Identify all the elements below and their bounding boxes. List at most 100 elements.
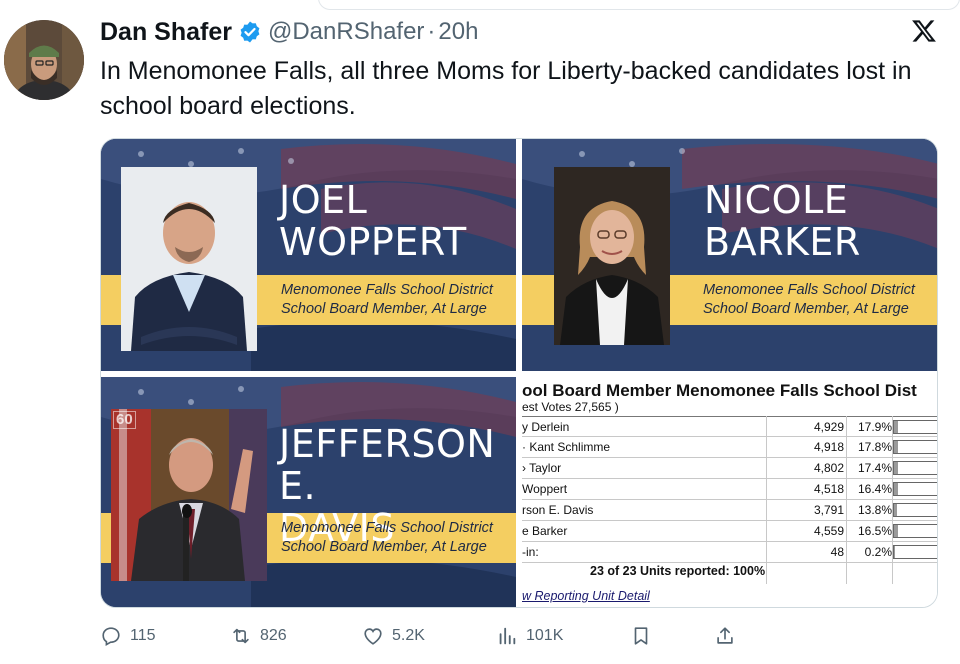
media-card-davis[interactable]: 60 JEFFERSON E. DAVIS Menomonee Falls Sc… [101,377,516,607]
percent-cell: 13.8% [857,503,892,517]
candidate-photo [554,167,670,345]
results-row: · Kant Schlimme 4,918 17.8% [522,437,937,458]
media-card-woppert[interactable]: JOEL WOPPERT Menomonee Falls School Dist… [101,139,516,371]
votes-cell: 4,518 [813,482,844,496]
candidate-name-line2: BARKER [704,220,861,264]
candidate-cell: rson E. Davis [522,503,594,517]
results-row: y Derlein 4,929 17.9% [522,416,937,437]
candidate-name: NICOLE BARKER [704,179,861,263]
media-card-results[interactable]: ool Board Member Menomonee Falls School … [522,377,937,607]
candidate-name-line1: JOEL [279,178,368,222]
separator-dot: · [427,18,436,45]
candidate-photo: 60 [111,409,267,581]
percent-bar [893,461,937,475]
candidate-name-line1: JEFFERSON E. [279,422,496,508]
results-row: rson E. Davis 3,791 13.8% [522,500,937,521]
share-icon [717,627,733,644]
candidate-cell: e Barker [522,524,568,538]
seat-label: School Board Member, At Large [281,539,487,555]
percent-bar [893,420,937,434]
votes-cell: 4,559 [813,524,844,538]
candidate-name-line2: WOPPERT [279,220,467,264]
column-divider [846,416,847,584]
candidate-name-line1: NICOLE [704,178,849,222]
results-row: -in: 48 0.2% [522,542,937,563]
votes-cell: 48 [830,545,844,559]
x-logo-icon[interactable] [910,18,938,44]
district-label: Menomonee Falls School District [703,282,915,298]
repost-icon [233,628,249,644]
column-divider [766,416,767,584]
results-row: Woppert 4,518 16.4% [522,479,937,500]
results-row: e Barker 4,559 16.5% [522,521,937,542]
percent-cell: 16.4% [857,482,892,496]
seat-label: School Board Member, At Large [703,301,909,317]
percent-bar [893,545,937,559]
views-count: 101K [526,627,564,644]
candidate-cell: · Kant Schlimme [522,440,611,454]
like-button[interactable]: 5.2K [362,622,425,650]
election-results: ool Board Member Menomonee Falls School … [522,377,937,607]
avatar[interactable] [4,20,84,100]
heart-icon [364,628,382,645]
share-button[interactable] [714,622,736,650]
analytics-icon [499,627,516,645]
verified-badge-icon [240,21,260,43]
tweet-header: Dan Shafer @DanRShafer · 20h [100,14,478,50]
district-label: Menomonee Falls School District [281,520,493,536]
seat-label: School Board Member, At Large [281,301,487,317]
percent-bar-fill [894,504,898,516]
bookmark-icon [634,627,648,645]
candidate-cell: › Taylor [522,461,562,475]
votes-cell: 4,802 [813,461,844,475]
repost-count: 826 [260,627,287,644]
author-handle[interactable]: @DanRShafer [268,18,424,46]
views-button[interactable]: 101K [496,622,563,650]
results-table: y Derlein 4,929 17.9% · Kant Schlimme 4,918 1… [522,416,937,563]
banner-text: Menomonee Falls School District School B… [281,281,493,319]
percent-cell: 0.2% [864,545,892,559]
district-label: Menomonee Falls School District [281,282,493,298]
percent-bar-fill [894,421,898,433]
candidate-cell: Woppert [522,482,568,496]
results-subtitle: est Votes 27,565 ) [522,400,619,414]
votes-cell: 3,791 [813,503,844,517]
percent-bar [893,482,937,496]
banner-text: Menomonee Falls School District School B… [703,281,915,319]
candidate-cell: -in: [522,545,539,559]
results-title: ool Board Member Menomonee Falls School … [522,381,917,400]
percent-bar [893,440,937,454]
tweet-timestamp[interactable]: 20h [438,18,478,46]
bookmark-button[interactable] [630,622,652,650]
percent-bar-fill [894,441,898,453]
column-divider [892,416,893,584]
results-row: › Taylor 4,802 17.4% [522,458,937,479]
author-name[interactable]: Dan Shafer [100,18,232,47]
candidate-name: JOEL WOPPERT [279,179,467,263]
percent-cell: 17.8% [857,440,892,454]
repost-button[interactable]: 826 [230,622,287,650]
top-strip [0,0,960,12]
percent-cell: 17.9% [857,420,892,434]
banner-text: Menomonee Falls School District School B… [281,519,493,557]
reply-button[interactable]: 115 [100,622,156,650]
percent-bar-fill [894,483,898,495]
units-reported: 23 of 23 Units reported: 100% [590,564,766,578]
reporting-unit-detail-link[interactable]: w Reporting Unit Detail [522,589,650,603]
top-edge-outline [318,0,960,10]
percent-bar-fill [894,462,898,474]
tweet-text: In Menomonee Falls, all three Moms for L… [100,57,912,120]
like-count: 5.2K [392,627,425,644]
tweet-actions: 115 826 5.2K 101K [100,622,938,650]
percent-bar [893,524,937,538]
reply-count: 115 [130,627,156,644]
votes-cell: 4,918 [813,440,844,454]
media-grid[interactable]: JOEL WOPPERT Menomonee Falls School Dist… [100,138,938,608]
percent-cell: 16.5% [857,524,892,538]
reply-icon [102,627,120,647]
media-card-barker[interactable]: NICOLE BARKER Menomonee Falls School Dis… [522,139,937,371]
percent-bar-fill [894,546,895,558]
percent-bar [893,503,937,517]
cbs-60-watermark: 60 [113,411,136,429]
candidate-photo [121,167,257,351]
